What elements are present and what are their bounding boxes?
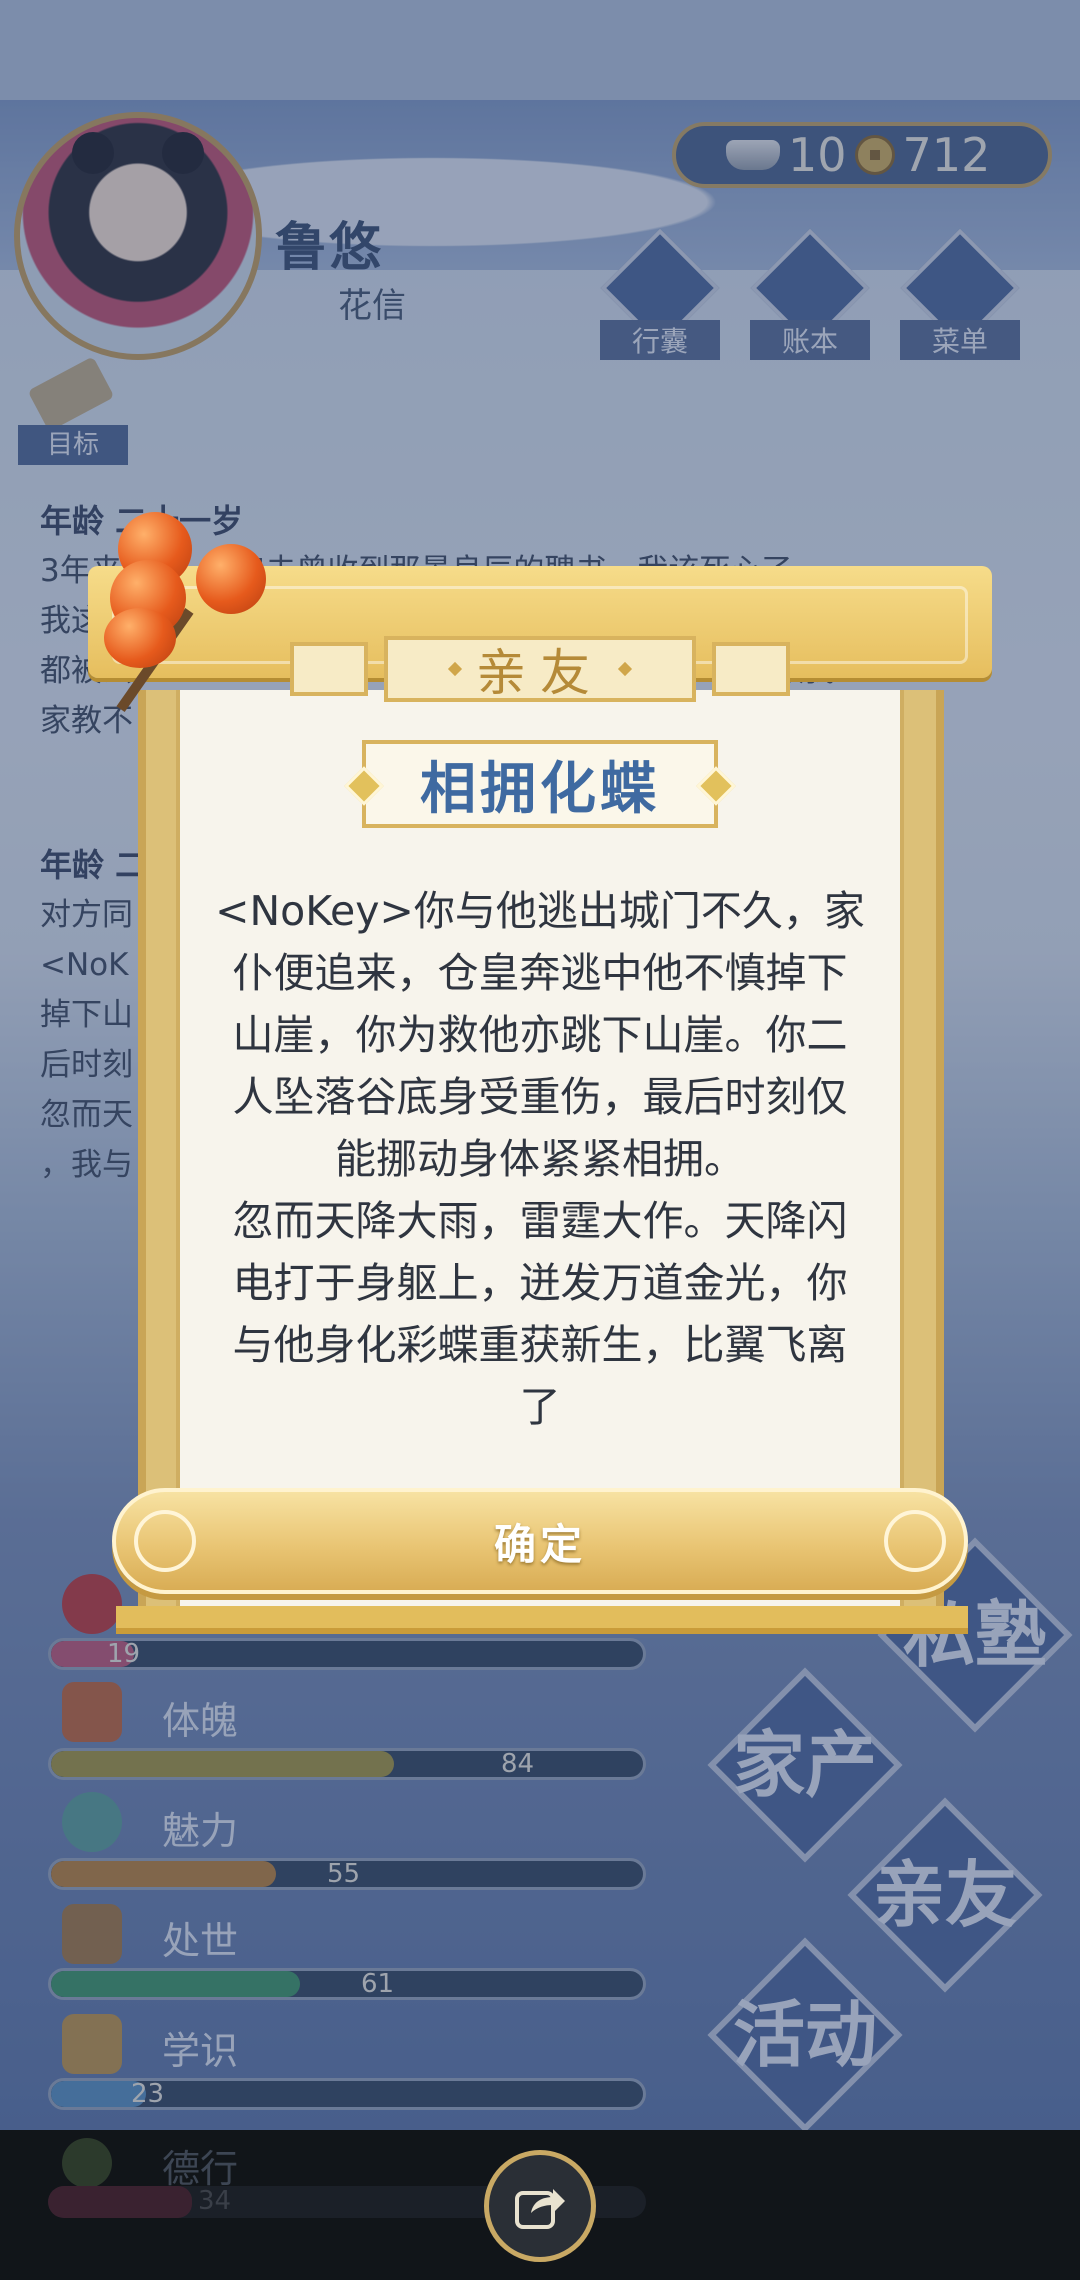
dialog-title-plate: 亲友: [384, 636, 696, 702]
cloud-ornament-icon: [884, 1510, 946, 1572]
confirm-label: 确定: [493, 1519, 586, 1569]
hawthorn-icon: [104, 608, 176, 668]
stat-value: 34: [198, 2186, 232, 2216]
share-button[interactable]: [484, 2150, 596, 2262]
share-icon: [515, 2189, 565, 2229]
virtue-icon: [62, 2138, 112, 2188]
header-ornament: [290, 642, 368, 696]
stat-label: 德行: [162, 2147, 239, 2191]
confirm-button[interactable]: 确定: [112, 1488, 968, 1594]
hawthorn-icon: [196, 544, 266, 614]
stat-fill: [48, 2186, 192, 2218]
diamond-ornament-icon: [617, 661, 633, 677]
event-title-box: 相拥化蝶: [362, 740, 718, 828]
diamond-ornament-icon: [447, 661, 463, 677]
dialog-footer: [116, 1606, 968, 1634]
cloud-ornament-icon: [134, 1510, 196, 1572]
header-ornament: [712, 642, 790, 696]
dialog-title: 亲友: [476, 644, 604, 702]
event-story-text: <NoKey>你与他逃出城门不久，家 仆便追来，仓皇奔逃中他不慎掉下 山崖，你为…: [215, 887, 865, 1431]
event-title: 相拥化蝶: [420, 756, 660, 822]
